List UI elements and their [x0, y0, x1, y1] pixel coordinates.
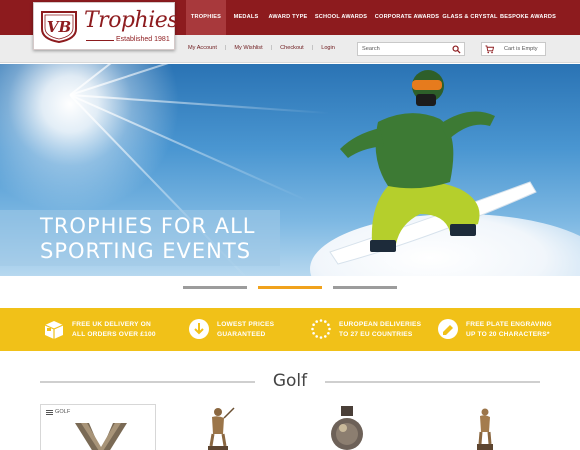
logo-initials: VB: [47, 18, 71, 36]
golf-figure-trophy-image[interactable]: [470, 406, 500, 450]
nav-item-medals[interactable]: MEDALS: [226, 0, 266, 35]
slide-indicator-1[interactable]: [183, 286, 247, 289]
usp-text: EUROPEAN DELIVERIES TO 27 EU COUNTRIES: [339, 320, 421, 340]
cart-icon: [485, 45, 494, 54]
logo-rule: [86, 40, 114, 41]
usp-line-1: EUROPEAN DELIVERIES: [339, 321, 422, 328]
usp-line-2: GUARANTEED: [217, 331, 266, 338]
page: TROPHIES MEDALS AWARD TYPE SCHOOL AWARDS…: [0, 0, 580, 450]
usp-lowest-prices: LOWEST PRICES GUARANTEED: [188, 308, 298, 351]
link-separator: |: [311, 45, 314, 51]
link-separator: |: [270, 45, 273, 51]
nav-item-bespoke-awards[interactable]: BESPOKE AWARDS: [498, 0, 558, 35]
snowboarder-image: [329, 70, 537, 265]
usp-band: FREE UK DELIVERY ON ALL ORDERS OVER £100…: [0, 308, 580, 351]
eu-stars-icon: [311, 319, 331, 339]
slider-indicators: [0, 284, 580, 292]
search-box: [357, 42, 465, 56]
usp-line-2: ALL ORDERS OVER £100: [72, 331, 156, 338]
nav-item-trophies[interactable]: TROPHIES: [186, 0, 226, 35]
login-link[interactable]: Login: [321, 45, 335, 51]
my-account-link[interactable]: My Account: [188, 45, 217, 51]
section-title: Golf: [272, 371, 308, 391]
category-tag-label: GOLF: [55, 409, 71, 415]
usp-line-2: UP TO 20 CHARACTERS*: [466, 331, 550, 338]
main-nav: TROPHIES MEDALS AWARD TYPE SCHOOL AWARDS…: [186, 0, 558, 35]
usp-text: LOWEST PRICES GUARANTEED: [217, 320, 274, 340]
hero-banner[interactable]: TROPHIES FOR ALL SPORTING EVENTS: [0, 64, 580, 276]
cart-label: Cart is Empty: [504, 46, 538, 52]
golfer-trophy-image[interactable]: [198, 406, 238, 450]
checkout-link[interactable]: Checkout: [280, 45, 304, 51]
my-wishlist-link[interactable]: My Wishlist: [234, 45, 262, 51]
cart-button[interactable]: Cart is Empty: [481, 42, 546, 56]
usp-free-engraving: FREE PLATE ENGRAVING UP TO 20 CHARACTERS…: [437, 308, 577, 351]
slide-indicator-2[interactable]: [258, 286, 322, 289]
search-icon[interactable]: [452, 45, 461, 54]
hero-caption-panel: TROPHIES FOR ALL SPORTING EVENTS: [0, 210, 280, 266]
price-down-arrow-icon: [189, 319, 209, 339]
delivery-box-icon: [44, 321, 64, 339]
usp-text: FREE PLATE ENGRAVING UP TO 20 CHARACTERS…: [466, 320, 552, 340]
list-icon: [46, 410, 53, 415]
nav-item-corporate-awards[interactable]: CORPORATE AWARDS: [372, 0, 442, 35]
account-links: My Account | My Wishlist | Checkout | Lo…: [188, 45, 335, 51]
usp-text: FREE UK DELIVERY ON ALL ORDERS OVER £100: [72, 320, 156, 340]
logo-tagline: Established 1981: [116, 36, 170, 43]
nav-item-school-awards[interactable]: SCHOOL AWARDS: [310, 0, 372, 35]
usp-line-1: FREE UK DELIVERY ON: [72, 321, 151, 328]
hero-caption-line-1: TROPHIES FOR ALL: [40, 214, 256, 238]
engraving-tag-icon: [438, 319, 458, 339]
nav-item-glass-crystal[interactable]: GLASS & CRYSTAL: [442, 0, 498, 35]
logo-wordmark: Trophies: [84, 8, 179, 33]
hero-caption-line-2: SPORTING EVENTS: [40, 239, 252, 263]
nav-item-award-type[interactable]: AWARD TYPE: [266, 0, 310, 35]
usp-european-deliveries: EUROPEAN DELIVERIES TO 27 EU COUNTRIES: [310, 308, 430, 351]
slide-indicator-3[interactable]: [333, 286, 397, 289]
golf-trophy-image: [75, 423, 127, 450]
usp-line-1: LOWEST PRICES: [217, 321, 275, 328]
link-separator: |: [224, 45, 227, 51]
site-logo[interactable]: VB Trophies Established 1981: [33, 2, 179, 50]
usp-line-2: TO 27 EU COUNTRIES: [339, 331, 413, 338]
usp-free-delivery: FREE UK DELIVERY ON ALL ORDERS OVER £100: [43, 308, 163, 351]
shield-crest-icon: VB: [41, 11, 77, 43]
golf-medal-image[interactable]: [327, 406, 367, 450]
category-card-golf[interactable]: GOLF: [40, 404, 156, 450]
search-input[interactable]: [362, 43, 452, 55]
usp-line-1: FREE PLATE ENGRAVING: [466, 321, 552, 328]
